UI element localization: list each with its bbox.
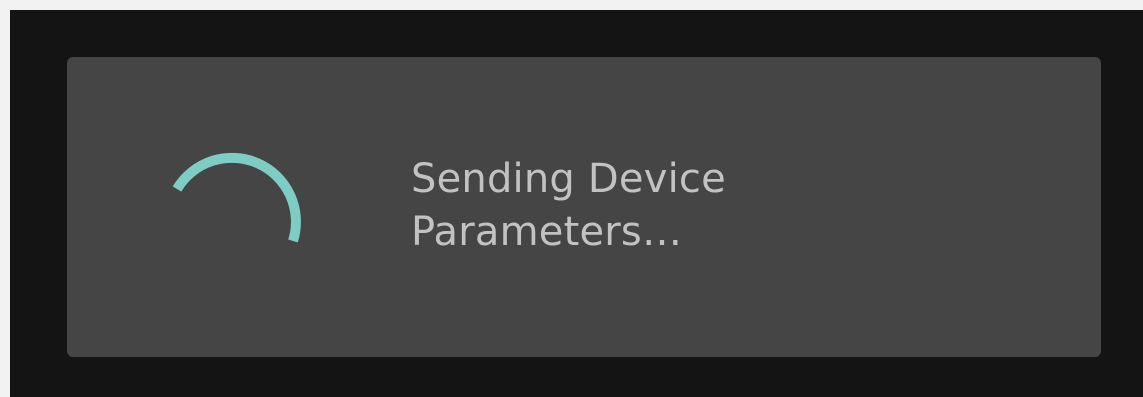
spinner-arc <box>172 152 301 243</box>
progress-dialog: Sending Device Parameters… <box>67 57 1101 357</box>
screen-background: Sending Device Parameters… <box>10 10 1143 397</box>
progress-message: Sending Device Parameters… <box>411 153 1051 259</box>
progress-message-line-1: Sending Device <box>411 156 726 202</box>
progress-message-line-2: Parameters… <box>411 209 683 255</box>
spinner-arc-svg <box>172 152 301 243</box>
progress-spinner-icon <box>161 137 309 285</box>
